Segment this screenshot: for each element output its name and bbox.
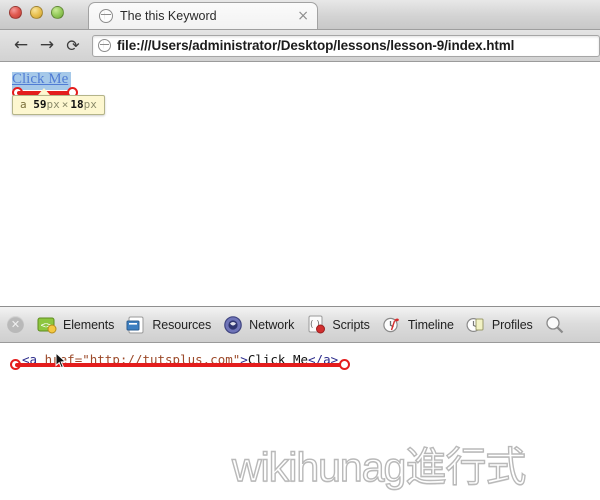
annotation-arrow-code — [10, 359, 350, 371]
element-metrics-tooltip: a 59px × 18px — [12, 95, 105, 115]
back-button[interactable]: ← — [8, 34, 34, 58]
window-traffic-lights — [9, 6, 64, 19]
globe-icon — [98, 39, 111, 52]
tab-resources-label: Resources — [152, 317, 212, 332]
timeline-icon — [381, 314, 403, 336]
close-window-button[interactable] — [9, 6, 22, 19]
resources-icon — [125, 314, 147, 336]
zoom-window-button[interactable] — [51, 6, 64, 19]
tab-elements-label: Elements — [63, 317, 115, 332]
forward-button[interactable]: → — [34, 34, 60, 58]
address-bar[interactable]: file:///Users/administrator/Desktop/less… — [92, 34, 600, 57]
arrow-line — [15, 363, 345, 367]
tab-scripts-label: Scripts — [332, 317, 370, 332]
tab-profiles-label: Profiles — [491, 317, 533, 332]
devtools-toolbar: ✕ <> Elements Resources Network () Scri… — [0, 307, 600, 343]
tab-timeline[interactable]: Timeline — [377, 308, 461, 341]
watermark-text: wikihunag進行式 — [231, 444, 527, 490]
tab-scripts[interactable]: ( ) Scripts — [301, 308, 377, 341]
browser-tab[interactable]: The this Keyword × — [88, 2, 318, 29]
metrics-width-value: 59 — [33, 98, 47, 111]
globe-icon — [99, 9, 113, 23]
metrics-height-unit: px — [83, 98, 97, 111]
tab-network[interactable]: Network — [218, 308, 301, 341]
tab-timeline-label: Timeline — [407, 317, 454, 332]
metrics-tag-name: a — [20, 98, 27, 111]
reload-button[interactable]: ⟳ — [60, 34, 86, 58]
tooltip-pointer — [38, 88, 50, 95]
profiles-icon — [465, 314, 487, 336]
devtools-tab-strip: <> Elements Resources Network () Script… — [32, 308, 578, 341]
browser-titlebar: The this Keyword × — [0, 0, 600, 30]
page-viewport: Click Me a 59px×18px — [0, 62, 600, 306]
devtools-close-button[interactable]: ✕ — [7, 316, 24, 333]
audits-icon — [544, 314, 566, 336]
tab-audits[interactable] — [540, 308, 578, 341]
network-icon — [222, 314, 244, 336]
close-icon[interactable]: × — [295, 9, 311, 23]
tab-elements[interactable]: <> Elements — [32, 308, 121, 341]
tab-profiles[interactable]: Profiles — [461, 308, 540, 341]
screenshot-root: The this Keyword × ← → ⟳ file:///Users/a… — [0, 0, 600, 500]
tab-title: The this Keyword — [120, 9, 217, 23]
tab-resources[interactable]: Resources — [121, 308, 218, 341]
tab-network-label: Network — [249, 317, 295, 332]
metrics-width-unit: px — [46, 98, 60, 111]
metrics-times-symbol: × — [61, 98, 69, 111]
browser-window: The this Keyword × ← → ⟳ file:///Users/a… — [0, 0, 600, 306]
browser-toolbar: ← → ⟳ file:///Users/administrator/Deskto… — [0, 30, 600, 62]
metrics-height-value: 18 — [70, 98, 84, 111]
address-bar-url: file:///Users/administrator/Desktop/less… — [117, 38, 515, 53]
scripts-icon: ( ) — [305, 314, 327, 336]
elements-icon: <> — [36, 314, 58, 336]
minimize-window-button[interactable] — [30, 6, 43, 19]
arrow-cap-right — [339, 359, 350, 370]
